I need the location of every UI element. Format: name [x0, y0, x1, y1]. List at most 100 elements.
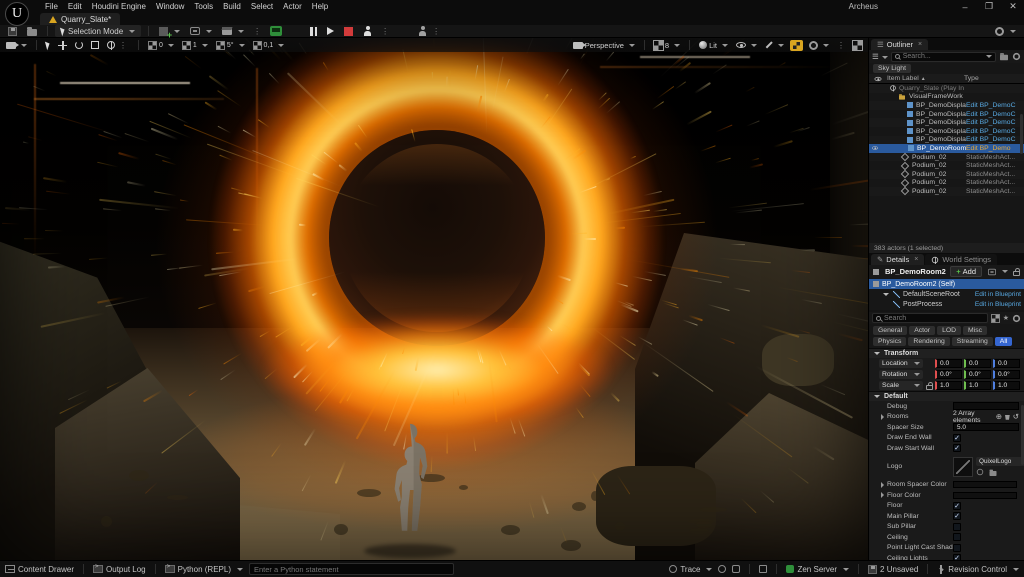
use-selected-icon[interactable]: [976, 468, 984, 475]
mode-select-dropdown[interactable]: Selection Mode: [55, 25, 142, 37]
menu-actor[interactable]: Actor: [278, 2, 307, 11]
lock-icon[interactable]: [926, 381, 933, 390]
edit-in-blueprint-link[interactable]: Edit in Blueprint: [975, 301, 1021, 308]
camera-speed-button[interactable]: 8: [652, 39, 682, 51]
chip-misc[interactable]: Misc: [963, 326, 988, 335]
add-element-icon[interactable]: ⊕: [996, 413, 1002, 421]
section-default[interactable]: Default: [869, 391, 1024, 401]
edit-blueprint-link[interactable]: Edit BP_DemoC: [966, 136, 1022, 143]
outliner-search-input[interactable]: Search...: [890, 51, 996, 62]
outliner-row-quarry-slate-play-in-editor-[interactable]: Quarry_Slate (Play In Editor): [869, 84, 1024, 93]
rotation-z-field[interactable]: 0.0°: [993, 370, 1020, 379]
blueprint-dropdown[interactable]: [985, 268, 1010, 276]
rotation-x-field[interactable]: 0.0°: [935, 370, 962, 379]
trash-icon[interactable]: [1005, 414, 1010, 420]
outliner-row-podium-02[interactable]: Podium_02 StaticMeshAct...: [869, 178, 1024, 188]
save-button[interactable]: [5, 25, 20, 37]
grid-snap-button[interactable]: 1: [180, 40, 210, 50]
move-tool-button[interactable]: [56, 40, 69, 50]
content-drawer-button[interactable]: [24, 25, 40, 37]
section-transform[interactable]: Transform: [869, 348, 1024, 358]
multiuser-button[interactable]: ⋮: [415, 25, 445, 37]
status-globe-icon[interactable]: [718, 565, 727, 573]
add-actor-button[interactable]: [156, 25, 183, 40]
component-bp-demoroom2-self-[interactable]: BP_DemoRoom2 (Self): [869, 279, 1024, 289]
value-field[interactable]: 5.0: [953, 423, 1019, 432]
chip-streaming[interactable]: Streaming: [951, 337, 993, 346]
scale-tool-button[interactable]: [89, 41, 101, 49]
edit-mode-dropdown[interactable]: [763, 41, 786, 49]
outliner-row-bp-demodisplay9[interactable]: BP_DemoDisplay9Edit BP_DemoC: [869, 110, 1024, 119]
platforms-button[interactable]: [267, 25, 285, 37]
checkbox[interactable]: ✓: [953, 554, 961, 560]
unreal-logo-icon[interactable]: U: [5, 2, 29, 26]
expander-icon[interactable]: [881, 481, 884, 488]
eye-icon[interactable]: [872, 146, 878, 151]
chip-lod[interactable]: LOD: [937, 326, 962, 335]
location-dropdown[interactable]: Location: [879, 359, 923, 368]
chip-physics[interactable]: Physics: [873, 337, 907, 346]
show-flags-dropdown[interactable]: [734, 42, 759, 48]
folder-plus-icon[interactable]: [1000, 53, 1008, 61]
display-filter-icon[interactable]: [990, 313, 1000, 323]
scale-x-field[interactable]: 1.0: [935, 381, 962, 390]
menu-help[interactable]: Help: [307, 2, 333, 11]
details-search-input[interactable]: Search: [872, 313, 988, 323]
trace-dropdown[interactable]: Trace: [669, 565, 713, 574]
python-command-input[interactable]: [248, 563, 454, 575]
filter-chip-skylight[interactable]: Sky Light: [873, 64, 911, 73]
menu-window[interactable]: Window: [151, 2, 189, 11]
reset-icon[interactable]: ↺: [1013, 413, 1019, 421]
expander-icon[interactable]: [881, 492, 884, 499]
checkbox[interactable]: [953, 543, 961, 552]
menu-houdini-engine[interactable]: Houdini Engine: [87, 2, 151, 11]
toolbar-overflow[interactable]: ⋮: [251, 27, 263, 36]
color-swatch[interactable]: [953, 481, 1017, 489]
asset-thumbnail[interactable]: [953, 456, 973, 477]
edit-blueprint-link[interactable]: Edit BP_DemoC: [966, 119, 1022, 126]
rotation-y-field[interactable]: 0.0°: [964, 370, 991, 379]
zen-server-dropdown[interactable]: Zen Server: [786, 565, 850, 574]
checkbox[interactable]: ✓: [953, 444, 961, 453]
outliner-row-podium-02[interactable]: Podium_02 StaticMeshAct...: [869, 187, 1024, 196]
menu-file[interactable]: File: [40, 2, 63, 11]
quad-view-button[interactable]: [851, 39, 864, 51]
checkbox[interactable]: ✓: [953, 512, 961, 521]
menu-edit[interactable]: Edit: [63, 2, 87, 11]
cinematics-button[interactable]: [219, 25, 247, 37]
pause-button[interactable]: [307, 25, 320, 37]
tab-details[interactable]: ✎ Details ×: [871, 254, 925, 265]
location-z-field[interactable]: 0.0: [993, 359, 1020, 368]
minimize-button[interactable]: –: [958, 2, 972, 12]
chip-general[interactable]: General: [873, 326, 908, 335]
viewport-settings-button[interactable]: [807, 40, 831, 50]
outliner-row-bp-demoroom2[interactable]: BP_DemoRoom2 Edit BP_Demo: [869, 144, 1024, 153]
location-y-field[interactable]: 0.0: [964, 359, 991, 368]
component-postprocess[interactable]: PostProcess Edit in Blueprint: [869, 299, 1024, 309]
close-icon[interactable]: ×: [918, 41, 922, 48]
browse-icon[interactable]: [989, 469, 997, 476]
viewport-canvas[interactable]: ⋮ 0 1 5° 0,1 Perspective 8 Lit ⋮: [0, 38, 868, 560]
revision-control-dropdown[interactable]: Revision Control: [937, 564, 1019, 574]
level-tab[interactable]: Quarry_Slate*: [40, 13, 121, 25]
outliner-scrollbar[interactable]: [1020, 114, 1023, 154]
unsaved-button[interactable]: 2 Unsaved: [868, 564, 918, 574]
output-log-button[interactable]: Output Log: [93, 564, 146, 574]
outliner-filter-button[interactable]: ☰: [872, 53, 888, 61]
expander-icon[interactable]: [883, 292, 889, 296]
checkbox[interactable]: ✓: [953, 433, 961, 442]
blueprints-button[interactable]: [187, 25, 215, 37]
scale-dropdown[interactable]: Scale: [879, 381, 923, 390]
game-settings-button-active[interactable]: [790, 39, 803, 51]
content-drawer-toggle[interactable]: Content Drawer: [5, 565, 74, 574]
edit-blueprint-link[interactable]: Edit BP_DemoC: [966, 102, 1022, 109]
edit-blueprint-link[interactable]: Edit BP_Demo: [966, 145, 1022, 152]
perspective-dropdown[interactable]: Perspective: [571, 41, 637, 50]
outliner-settings-icon[interactable]: [1012, 52, 1021, 61]
checkbox[interactable]: ✓: [953, 501, 961, 510]
chip-all[interactable]: All: [994, 337, 1013, 346]
surface-snap-button[interactable]: 0: [146, 40, 176, 50]
eject-button[interactable]: [360, 25, 375, 37]
asset-dropdown[interactable]: QuixelLogo: [976, 456, 1024, 466]
location-x-field[interactable]: 0.0: [935, 359, 962, 368]
